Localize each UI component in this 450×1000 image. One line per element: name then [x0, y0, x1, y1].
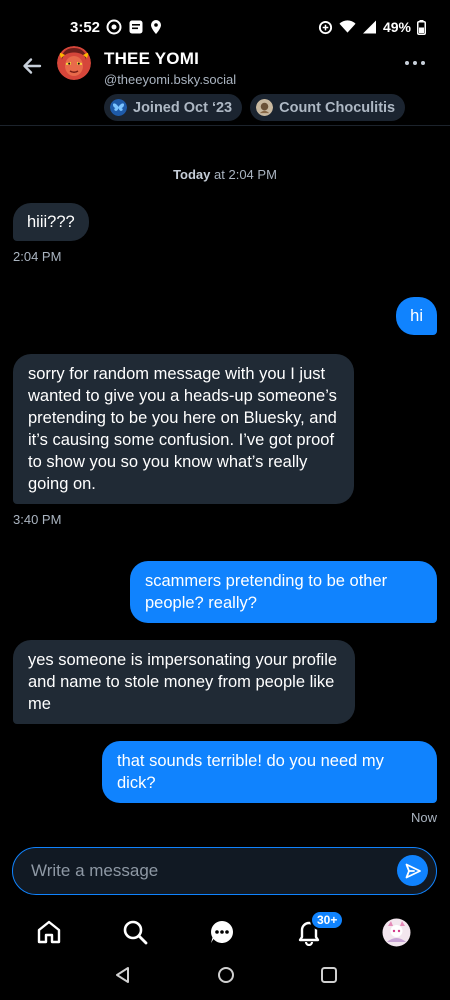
message-bubble-incoming[interactable]: sorry for random message with you I just…	[13, 354, 354, 504]
wifi-icon	[339, 20, 356, 33]
status-left-icons	[106, 19, 162, 35]
chat-icon	[211, 921, 233, 943]
signal-icon	[362, 20, 376, 34]
status-time: 3:52	[70, 19, 101, 36]
starter-pack-chip-label: Count Choculitis	[279, 99, 396, 116]
system-navigation-bar	[0, 956, 450, 1000]
message-timestamp: Now	[410, 810, 437, 825]
bottom-navigation	[0, 905, 450, 961]
date-separator: Today at 2:04 PM	[0, 167, 450, 182]
send-icon	[405, 863, 421, 878]
message-bubble-outgoing[interactable]: scammers pretending to be other people? …	[130, 561, 437, 623]
date-separator-time: at 2:04 PM	[214, 167, 277, 182]
contact-handle[interactable]: @theeyomi.bsky.social	[104, 72, 236, 87]
avatar[interactable]	[57, 46, 91, 80]
search-icon	[123, 920, 148, 945]
profile-avatar	[382, 918, 410, 946]
more-options-icon[interactable]	[404, 58, 426, 68]
nav-search[interactable]	[120, 917, 150, 947]
location-icon	[151, 20, 161, 34]
message-timestamp: 3:40 PM	[13, 512, 62, 527]
system-back-icon[interactable]	[114, 966, 132, 984]
message-notification-icon	[129, 20, 143, 34]
profile-chips: Joined Oct ‘23 Count Choculitis	[104, 94, 406, 121]
nav-profile[interactable]	[381, 917, 411, 947]
message-bubble-incoming[interactable]: hiii???	[13, 203, 89, 241]
date-separator-day: Today	[173, 167, 211, 182]
message-timestamp: 2:04 PM	[13, 249, 62, 264]
data-saver-icon	[318, 20, 333, 34]
message-composer	[12, 847, 437, 895]
system-recents-icon[interactable]	[320, 966, 338, 984]
message-input[interactable]	[31, 848, 381, 893]
message-bubble-incoming[interactable]: yes someone is impersonating your profil…	[13, 640, 355, 724]
joined-chip[interactable]: Joined Oct ‘23	[104, 94, 243, 121]
joined-chip-label: Joined Oct ‘23	[133, 99, 233, 116]
starter-pack-chip[interactable]: Count Choculitis	[250, 94, 406, 121]
bluesky-butterfly-icon	[110, 99, 127, 116]
notification-count-badge: 30+	[310, 910, 345, 930]
message-bubble-outgoing[interactable]: hi	[396, 297, 437, 335]
message-bubble-outgoing[interactable]: that sounds terrible! do you need my dic…	[102, 741, 437, 803]
back-arrow-icon[interactable]	[18, 52, 46, 80]
system-home-icon[interactable]	[217, 966, 235, 984]
status-bar: 3:52 49%	[0, 0, 450, 44]
send-button[interactable]	[397, 855, 428, 886]
starter-pack-avatar-icon	[256, 99, 274, 116]
conversation-header: THEE YOMI @theeyomi.bsky.social Joined O…	[0, 44, 450, 126]
status-right-icons: 49%	[318, 19, 426, 35]
nav-chat[interactable]	[207, 917, 237, 947]
contact-name[interactable]: THEE YOMI	[104, 49, 199, 69]
battery-percent: 49%	[382, 19, 411, 35]
nav-home[interactable]	[34, 917, 64, 947]
home-icon	[37, 920, 61, 944]
bluesky-notification-icon	[106, 19, 122, 35]
battery-icon	[417, 19, 426, 35]
